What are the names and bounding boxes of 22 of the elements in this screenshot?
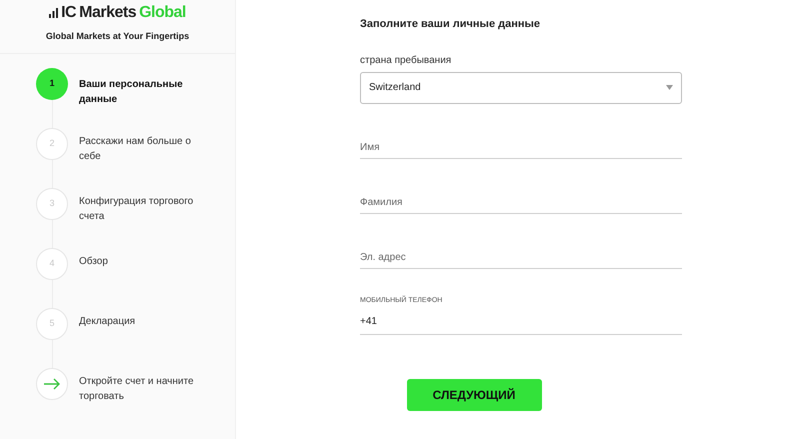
country-select[interactable]: Switzerland bbox=[360, 72, 682, 104]
step-number: 1 bbox=[36, 68, 68, 100]
bars-icon bbox=[49, 8, 60, 18]
step-label: Конфигурация торгового счета bbox=[79, 195, 194, 224]
step-label: Декларация bbox=[79, 315, 136, 329]
step-label: Обзор bbox=[79, 255, 109, 269]
tagline: Global Markets at Your Fingertips bbox=[46, 30, 190, 43]
step-label: Откройте счет и начните торговать bbox=[79, 375, 195, 404]
phone-field[interactable]: +41 bbox=[360, 309, 682, 335]
dropdown-icon bbox=[666, 85, 673, 90]
field-label: страна пребывания bbox=[360, 54, 452, 68]
logo-text: Global bbox=[139, 5, 186, 21]
input-field[interactable]: Имя bbox=[360, 136, 682, 158]
input-field[interactable]: Эл. адрес bbox=[360, 246, 682, 268]
logo-text: IC bbox=[61, 5, 76, 21]
arrow-right-icon bbox=[43, 378, 61, 390]
step-label: Ваши персональные данные bbox=[79, 78, 184, 107]
step-label: Расскажи нам больше о себе bbox=[79, 135, 192, 164]
next-button[interactable]: СЛЕДУЮЩИЙ bbox=[406, 379, 542, 411]
logo-text: Markets bbox=[79, 5, 136, 21]
form-title: Заполните ваши личные данные bbox=[360, 17, 542, 32]
input-field[interactable]: Фамилия bbox=[360, 192, 682, 214]
